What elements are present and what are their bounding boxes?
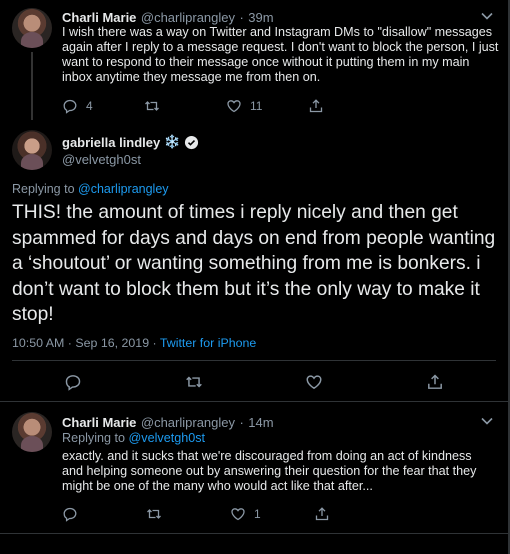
retweet-icon xyxy=(146,506,162,522)
like-count: 1 xyxy=(254,507,261,521)
replying-to: Replying to @velvetgh0st xyxy=(62,431,205,445)
chevron-down-icon[interactable] xyxy=(480,9,494,23)
tweet-charli-original[interactable]: Charli Marie @charliprangley · 39m I wis… xyxy=(0,0,508,122)
snowflake-emoji: ❄️ xyxy=(164,134,181,149)
author-name-row: gabriella lindley ❄️ xyxy=(62,134,199,150)
reply-button[interactable]: 4 xyxy=(62,98,144,114)
reply-icon xyxy=(62,506,78,522)
action-bar: 1 xyxy=(62,506,482,522)
retweet-icon[interactable] xyxy=(185,373,203,391)
separator-dot: · xyxy=(239,415,244,430)
heart-icon xyxy=(230,506,246,522)
thread-connector xyxy=(31,52,33,120)
share-button[interactable] xyxy=(314,506,330,522)
avatar[interactable] xyxy=(12,8,52,48)
tweet-header: Charli Marie @charliprangley · 14m xyxy=(62,414,274,432)
heart-icon[interactable] xyxy=(305,373,323,391)
tweet-charli-reply[interactable]: Charli Marie @charliprangley · 14m Reply… xyxy=(0,402,508,532)
replying-to: Replying to @charliprangley xyxy=(12,182,169,196)
separator-dot: · xyxy=(239,10,244,25)
author-handle[interactable]: @velvetgh0st xyxy=(62,152,141,167)
tweet-gabriella-focused[interactable]: gabriella lindley ❄️ @velvetgh0st Replyi… xyxy=(0,122,508,400)
like-count: 11 xyxy=(250,99,263,113)
divider xyxy=(0,533,508,534)
avatar[interactable] xyxy=(12,412,52,452)
divider xyxy=(12,360,496,361)
avatar[interactable] xyxy=(12,130,52,170)
like-button[interactable]: 11 xyxy=(226,98,308,114)
tweet-time[interactable]: 39m xyxy=(248,10,273,25)
replying-to-link[interactable]: @velvetgh0st xyxy=(129,431,206,445)
replying-to-link[interactable]: @charliprangley xyxy=(78,182,169,196)
replying-prefix: Replying to xyxy=(62,431,126,445)
tweet-text: I wish there was a way on Twitter and In… xyxy=(62,25,499,84)
reply-icon xyxy=(62,98,78,114)
action-bar: 4 11 xyxy=(62,98,482,114)
author-name[interactable]: Charli Marie xyxy=(62,10,136,25)
author-handle[interactable]: @charliprangley xyxy=(141,415,235,430)
source-link[interactable]: Twitter for iPhone xyxy=(160,336,256,350)
heart-icon xyxy=(226,98,242,114)
retweet-button[interactable] xyxy=(146,506,230,522)
author-name[interactable]: gabriella lindley xyxy=(62,135,160,150)
timestamp[interactable]: 10:50 AM · Sep 16, 2019 · xyxy=(12,336,157,350)
verified-badge-icon xyxy=(184,135,199,150)
retweet-icon xyxy=(144,98,160,114)
retweet-button[interactable] xyxy=(144,98,226,114)
share-icon xyxy=(308,98,324,114)
timestamp-row: 10:50 AM · Sep 16, 2019 · Twitter for iP… xyxy=(12,336,256,350)
share-icon xyxy=(314,506,330,522)
author-handle[interactable]: @charliprangley xyxy=(141,10,235,25)
like-button[interactable]: 1 xyxy=(230,506,314,522)
reply-count: 4 xyxy=(86,99,93,113)
replying-prefix: Replying to xyxy=(12,182,75,196)
reply-icon[interactable] xyxy=(64,373,82,391)
action-bar xyxy=(64,373,444,391)
tweet-text: THIS! the amount of times i reply nicely… xyxy=(12,202,496,325)
tweet-time[interactable]: 14m xyxy=(248,415,273,430)
share-icon[interactable] xyxy=(426,373,444,391)
share-button[interactable] xyxy=(308,98,324,114)
chevron-down-icon[interactable] xyxy=(480,414,494,428)
author-name[interactable]: Charli Marie xyxy=(62,415,136,430)
reply-button[interactable] xyxy=(62,506,146,522)
tweet-text: exactly. and it sucks that we're discour… xyxy=(62,449,477,493)
